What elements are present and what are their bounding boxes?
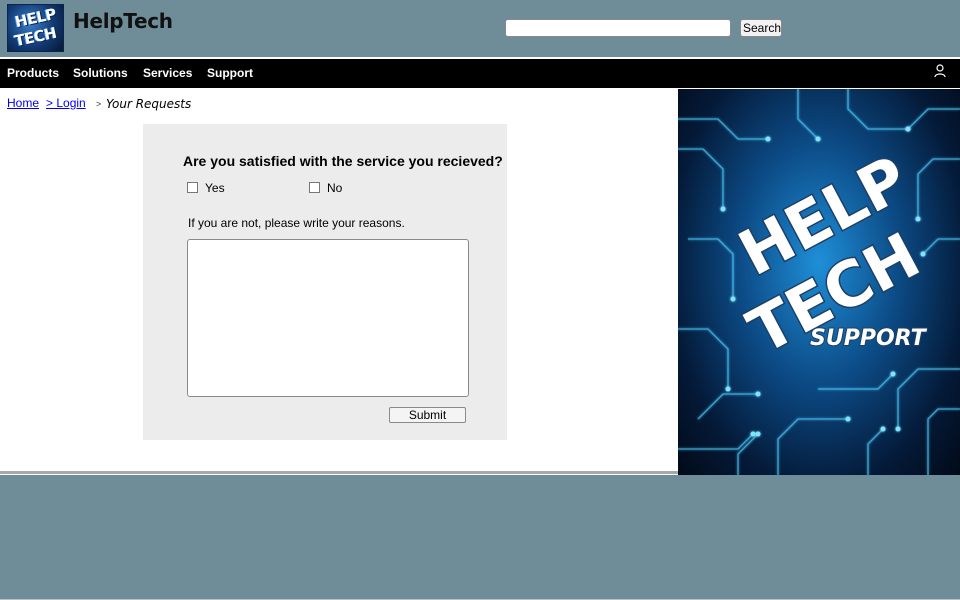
no-checkbox[interactable] <box>309 182 320 193</box>
main-nav: Products Solutions Services Support <box>0 59 960 88</box>
site-footer <box>0 475 960 599</box>
breadcrumb-current: Your Requests <box>106 97 192 111</box>
nav-item-services[interactable]: Services <box>143 66 192 80</box>
brand-title[interactable]: HelpTech <box>73 9 173 33</box>
yes-checkbox[interactable] <box>187 182 198 193</box>
content-divider <box>0 471 678 474</box>
nav-item-products[interactable]: Products <box>7 66 59 80</box>
no-label: No <box>327 181 343 195</box>
search-input[interactable] <box>505 19 731 37</box>
yes-label: Yes <box>205 181 225 195</box>
user-icon[interactable] <box>932 63 948 79</box>
nav-item-support[interactable]: Support <box>207 66 253 80</box>
reason-textarea[interactable] <box>187 239 469 397</box>
helptech-support-banner: HELP TECH SUPPORT <box>678 89 960 475</box>
breadcrumb-login-link[interactable]: > Login <box>46 96 86 110</box>
submit-button[interactable]: Submit <box>389 407 466 423</box>
site-logo[interactable]: HELP TECH <box>7 4 64 52</box>
site-header: HELP TECH HelpTech Search <box>0 0 960 57</box>
banner-text-support: SUPPORT <box>810 326 928 351</box>
breadcrumb-separator: > <box>96 99 102 109</box>
circuit-graphic: HELP TECH SUPPORT <box>678 89 960 475</box>
breadcrumb-home-link[interactable]: Home <box>7 96 39 110</box>
survey-question: Are you satisfied with the service you r… <box>183 153 503 169</box>
search-button[interactable]: Search <box>740 19 782 37</box>
reason-label: If you are not, please write your reason… <box>188 216 405 230</box>
survey-panel: Are you satisfied with the service you r… <box>143 124 507 440</box>
nav-item-solutions[interactable]: Solutions <box>73 66 128 80</box>
